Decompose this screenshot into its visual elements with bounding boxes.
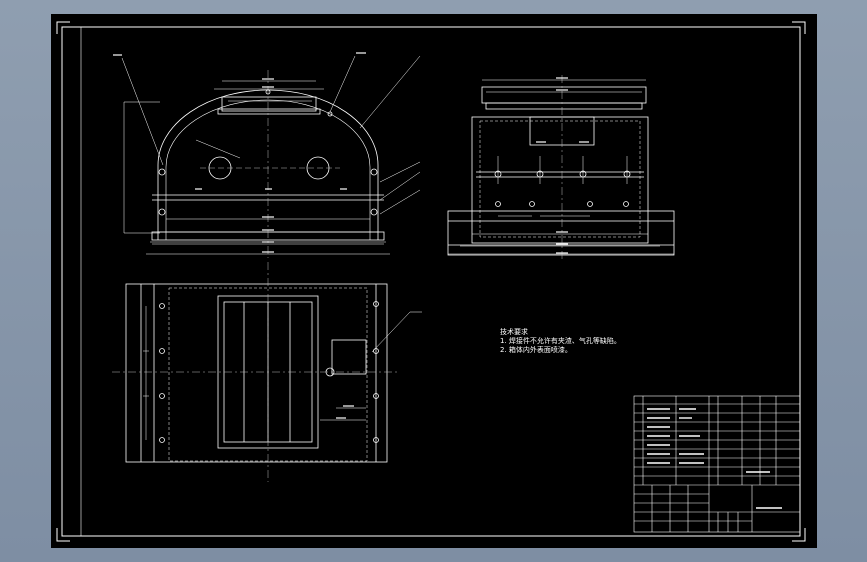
- tech-requirement-1: 1. 焊接件不允许有夹渣、气孔等缺陷。: [500, 337, 621, 345]
- tech-requirements-title: 技术要求: [500, 328, 528, 336]
- side-body: [471, 116, 649, 244]
- front-dimensions: [121, 55, 421, 255]
- technical-requirements: 技术要求 1. 焊接件不允许有夹渣、气孔等缺陷。 2. 箱体内外表面喷漆。: [500, 328, 621, 355]
- top-plate: [125, 283, 388, 463]
- cad-viewport[interactable]: 技术要求 1. 焊接件不允许有夹渣、气孔等缺陷。 2. 箱体内外表面喷漆。: [0, 0, 867, 562]
- front-dim-text: [113, 52, 366, 253]
- title-block: [633, 395, 801, 533]
- outer-border: [61, 26, 801, 537]
- front-view: [113, 52, 421, 258]
- cad-drawing: [56, 21, 806, 542]
- tech-requirement-2: 2. 箱体内外表面喷漆。: [500, 346, 572, 354]
- inner-border: [80, 26, 801, 537]
- top-view: [112, 262, 422, 482]
- side-view: [447, 75, 675, 262]
